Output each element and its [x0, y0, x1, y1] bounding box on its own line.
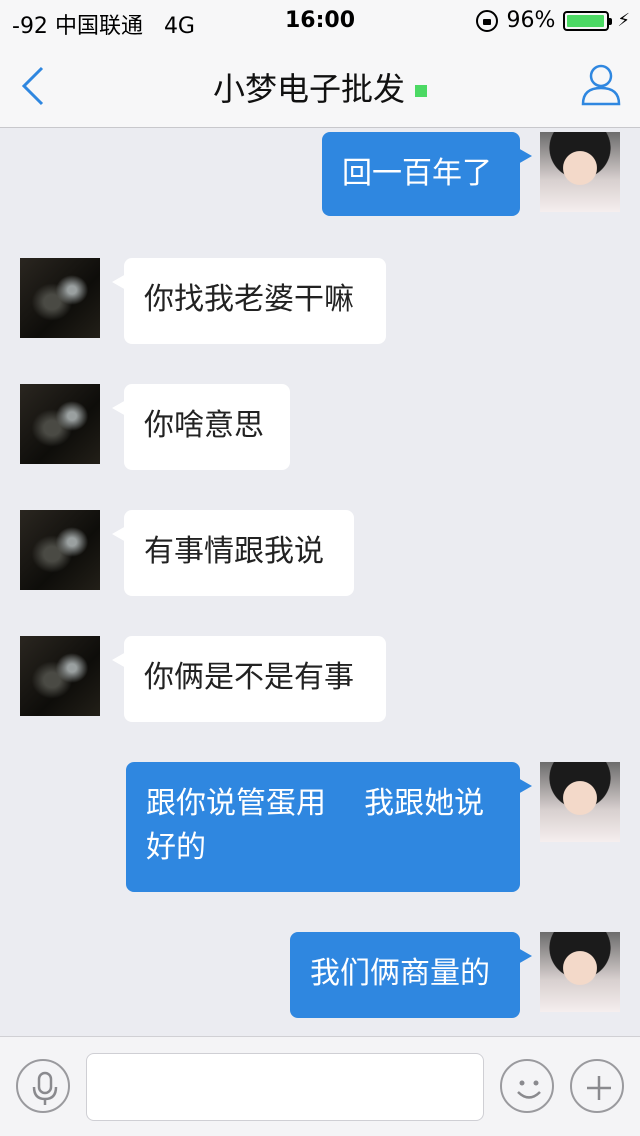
battery-percent: 96%	[506, 8, 556, 33]
message-bubble-incoming[interactable]: 你找我老婆干嘛	[112, 258, 386, 344]
message-bubble-outgoing[interactable]: 跟你说管蛋用 我跟她说 好的	[126, 762, 532, 892]
contact-avatar[interactable]	[20, 636, 100, 716]
input-bar	[0, 1036, 640, 1136]
message-bubble-incoming[interactable]: 有事情跟我说	[112, 510, 354, 596]
microphone-icon	[32, 1071, 58, 1105]
online-status-indicator	[415, 85, 427, 97]
contact-avatar[interactable]	[20, 384, 100, 464]
message-bubble-outgoing[interactable]: 回一百年了	[322, 132, 532, 216]
smiley-icon	[517, 1080, 541, 1099]
my-avatar[interactable]	[540, 132, 620, 212]
charging-icon: ⚡	[617, 10, 630, 31]
message-bubble-incoming[interactable]: 你俩是不是有事	[112, 636, 386, 722]
message-bubble-incoming[interactable]: 你啥意思	[112, 384, 290, 470]
my-avatar[interactable]	[540, 932, 620, 1012]
page-title: 小梦电子批发	[0, 64, 640, 110]
my-avatar[interactable]	[540, 762, 620, 842]
battery-fill	[567, 14, 604, 27]
person-icon[interactable]	[580, 62, 622, 106]
rotation-lock-icon	[476, 9, 499, 32]
message-bubble-outgoing[interactable]: 我们俩商量的	[290, 932, 532, 1018]
nav-bar: 小梦电子批发	[0, 40, 640, 128]
status-right: 96% ⚡	[476, 8, 630, 33]
more-button[interactable]	[570, 1059, 624, 1113]
voice-button[interactable]	[16, 1059, 70, 1113]
battery-icon	[563, 10, 613, 31]
plus-icon	[587, 1076, 611, 1100]
emoji-button[interactable]	[500, 1059, 554, 1113]
status-bar: -92 中国联通 4G 16:00 96% ⚡	[0, 0, 640, 40]
contact-avatar[interactable]	[20, 258, 100, 338]
message-text-line: 好的	[146, 830, 206, 865]
message-input[interactable]	[86, 1053, 484, 1121]
message-text-line: 跟你说管蛋用 我跟她说	[146, 786, 485, 821]
chat-title: 小梦电子批发	[212, 70, 405, 108]
contact-avatar[interactable]	[20, 510, 100, 590]
